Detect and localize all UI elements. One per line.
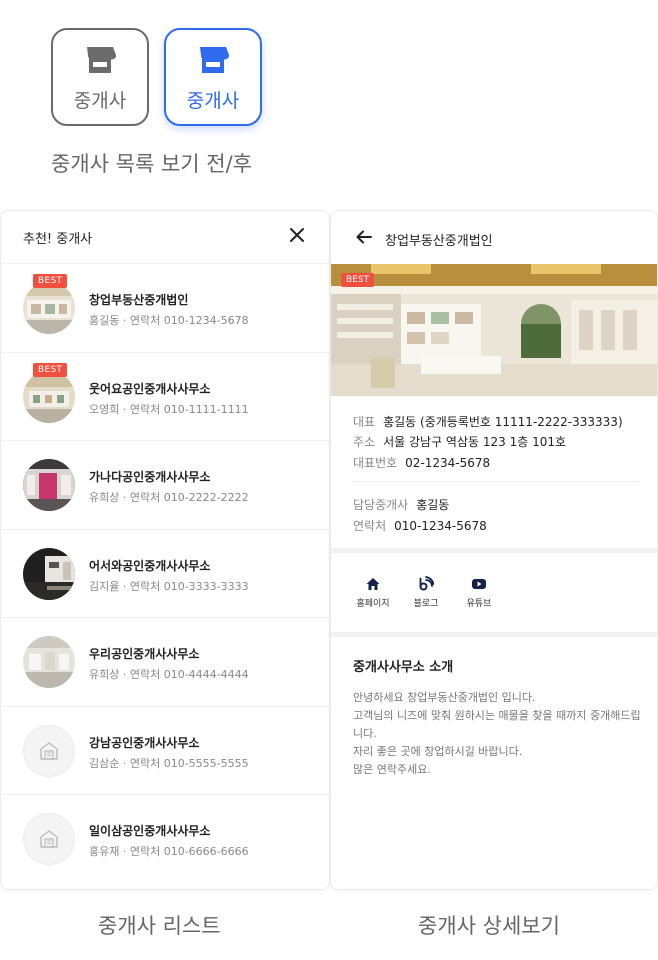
- detail-header: 창업부동산중개법인: [331, 211, 657, 263]
- broker-button-before[interactable]: 중개사: [51, 28, 149, 126]
- building-icon: [40, 830, 58, 848]
- best-badge: BEST: [341, 273, 375, 287]
- avatar-placeholder: [23, 724, 75, 777]
- main-phone-label: 대표번호: [353, 456, 398, 470]
- phone-value: 010-1234-5678: [394, 519, 487, 533]
- list-title: 추천! 중개사: [23, 232, 93, 247]
- intro-text: 안녕하세요 창업부동산중개법인 입니다. 고객님의 니즈에 맞춰 원하시는 매물…: [353, 691, 641, 776]
- item-name: 가나다공인중개사사무소: [89, 470, 211, 484]
- avatar: [23, 459, 75, 511]
- broker-button-label: 중개사: [73, 89, 127, 112]
- item-agent: 유희상 · 연락처 010-2222-2222: [89, 491, 249, 504]
- list-header: 추천! 중개사: [1, 211, 329, 264]
- best-badge: BEST: [33, 274, 68, 288]
- item-name: 어서와공인중개사사무소: [89, 558, 211, 573]
- representative-value: 홍길동 (중개등록번호 11111-2222-333333): [383, 415, 623, 429]
- homepage-link[interactable]: 홈페이지: [343, 576, 403, 609]
- youtube-label: 유튜브: [466, 599, 492, 609]
- main-phone-row: 대표번호 02-1234-5678: [353, 454, 490, 471]
- broker-list-panel: 추천! 중개사 BEST 창업부동산중개법인 홍길동 · 연락처 010-123…: [0, 210, 330, 890]
- youtube-icon: [472, 579, 486, 589]
- detail-title: 창업부동산중개법인: [385, 234, 493, 249]
- list-item[interactable]: 일이삼공인중개사사무소 홍유재 · 연락처 010-6666-6666: [1, 795, 329, 883]
- agent-row: 담당중개사 홍길동: [353, 496, 449, 513]
- intro-title: 중개사사무소 소개: [353, 660, 454, 675]
- agent-label: 담당중개사: [353, 498, 409, 512]
- detail-caption: 중개사 상세보기: [418, 914, 560, 938]
- agent-value: 홍길동: [416, 498, 450, 512]
- divider: [353, 481, 639, 482]
- list-item[interactable]: BEST 창업부동산중개법인 홍길동 · 연락처 010-1234-5678: [1, 264, 329, 353]
- main-phone-value: 02-1234-5678: [405, 456, 491, 470]
- blog-label: 블로그: [413, 599, 439, 609]
- broker-detail-panel: 창업부동산중개법인 BEST 대표 홍길동 (중개등록번호 11111-2222…: [330, 210, 658, 890]
- blog-link[interactable]: 블로그: [396, 576, 456, 609]
- broker-button-label: 중개사: [186, 89, 240, 112]
- representative-label: 대표: [353, 415, 376, 429]
- office-photo: [331, 264, 657, 396]
- avatar: [23, 370, 75, 423]
- building-icon: [40, 741, 58, 760]
- avatar: [23, 636, 75, 688]
- item-agent: 홍유재 · 연락처 010-6666-6666: [89, 845, 249, 858]
- item-agent: 홍길동 · 연락처 010-1234-5678: [89, 314, 249, 327]
- phone-row: 연락처 010-1234-5678: [353, 517, 487, 534]
- item-name: 웃어요공인중개사사무소: [89, 381, 211, 396]
- avatar-placeholder: [23, 813, 75, 865]
- item-name: 강남공인중개사사무소: [89, 735, 200, 750]
- representative-row: 대표 홍길동 (중개등록번호 11111-2222-333333): [353, 413, 623, 430]
- store-icon: [200, 46, 230, 73]
- list-item[interactable]: 어서와공인중개사사무소 김지율 · 연락처 010-3333-3333: [1, 530, 329, 618]
- toggle-caption: 중개사 목록 보기 전/후: [51, 152, 252, 176]
- list-item[interactable]: 강남공인중개사사무소 김삼순 · 연락처 010-5555-5555: [1, 707, 329, 795]
- section-divider: [331, 548, 657, 553]
- item-name: 우리공인중개사사무소: [89, 647, 200, 661]
- back-arrow-icon[interactable]: [355, 228, 373, 246]
- list-item[interactable]: 우리공인중개사사무소 유희상 · 연락처 010-4444-4444: [1, 618, 329, 707]
- homepage-label: 홈페이지: [356, 599, 390, 609]
- section-divider: [331, 632, 657, 637]
- blog-icon: [419, 576, 434, 591]
- item-agent: 유희상 · 연락처 010-4444-4444: [89, 668, 249, 681]
- phone-label: 연락처: [353, 519, 387, 533]
- youtube-link[interactable]: 유튜브: [449, 576, 509, 609]
- list-item[interactable]: 가나다공인중개사사무소 유희상 · 연락처 010-2222-2222: [1, 441, 329, 530]
- avatar: [23, 547, 75, 600]
- item-name: 창업부동산중개법인: [89, 293, 189, 307]
- item-agent: 오영희 · 연락처 010-1111-1111: [89, 402, 249, 416]
- best-badge: BEST: [33, 362, 68, 377]
- list-item[interactable]: BEST 웃어요공인중개사사무소 오영희 · 연락처 010-1111-1111: [1, 353, 329, 441]
- address-label: 주소: [353, 435, 376, 449]
- item-agent: 김삼순 · 연락처 010-5555-5555: [89, 756, 249, 770]
- address-row: 주소 서울 강남구 역삼동 123 1층 101호: [353, 433, 566, 450]
- list-caption: 중개사 리스트: [98, 914, 221, 938]
- address-value: 서울 강남구 역삼동 123 1층 101호: [383, 435, 567, 449]
- broker-button-after[interactable]: 중개사: [164, 28, 262, 126]
- store-icon: [87, 46, 117, 73]
- item-name: 일이삼공인중개사사무소: [89, 824, 211, 838]
- close-icon[interactable]: [287, 225, 307, 245]
- item-agent: 김지율 · 연락처 010-3333-3333: [89, 579, 249, 593]
- home-icon: [366, 578, 380, 590]
- avatar: [23, 282, 75, 334]
